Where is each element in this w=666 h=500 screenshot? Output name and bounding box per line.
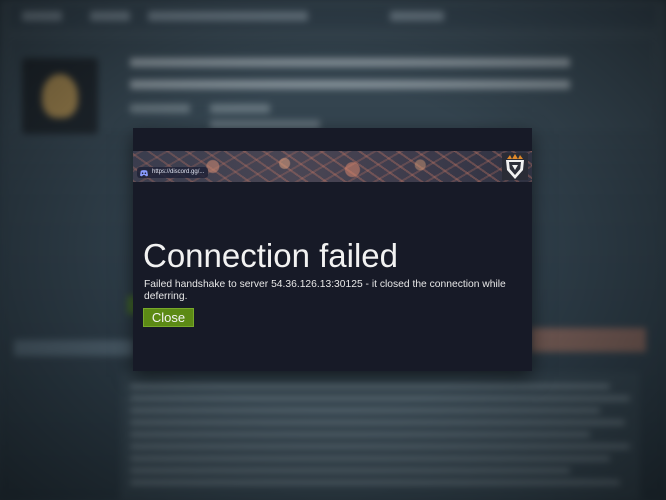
background-description [120,372,640,500]
server-banner: https://discord.gg/... [133,151,532,182]
discord-invite: https://discord.gg/... [137,167,209,178]
close-button[interactable]: Close [143,308,194,327]
background-topbar [10,6,656,28]
dialog-title: Connection failed [143,237,399,274]
shield-emblem-icon [502,153,528,180]
discord-invite-url: https://discord.gg/... [152,169,205,175]
connection-failed-dialog: https://discord.gg/... Connection failed… [133,128,532,371]
discord-icon [140,169,148,176]
error-message: Failed handshake to server 54.36.126.13:… [144,279,506,302]
background-server-logo [22,58,98,134]
